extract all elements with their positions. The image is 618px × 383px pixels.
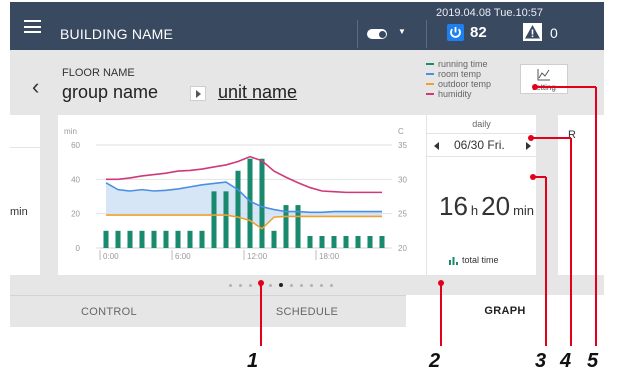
callout-number: 1 (247, 350, 259, 372)
callout-number: 3 (535, 350, 547, 372)
callout-leader-lines (258, 84, 597, 346)
callout-number: 4 (560, 350, 572, 372)
callout-number: 5 (587, 350, 599, 372)
callout-number: 2 (429, 350, 441, 372)
